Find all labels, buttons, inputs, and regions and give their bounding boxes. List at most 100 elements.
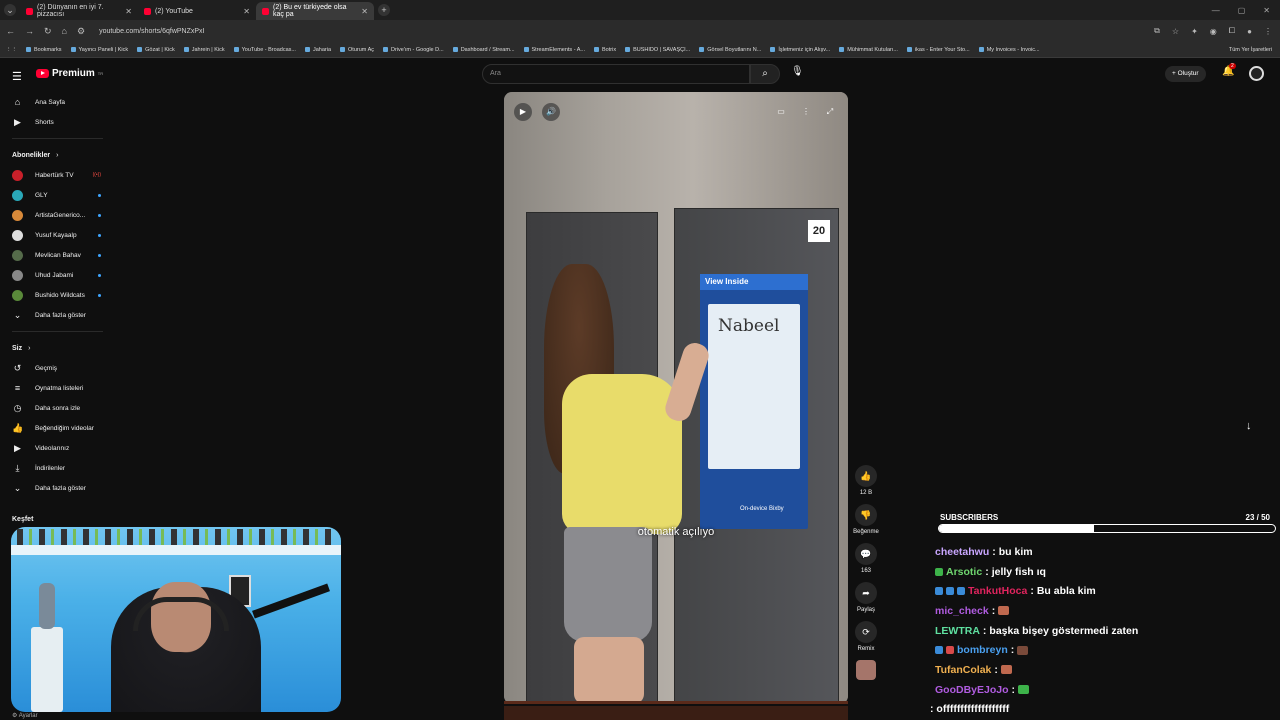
close-tab-icon[interactable]: ✕	[125, 7, 132, 16]
bookmark-item[interactable]: İşletmeniz için Alışv...	[770, 47, 830, 53]
chat-message: cheetahwu : bu kim	[935, 542, 1275, 562]
close-tab-icon[interactable]: ✕	[243, 7, 250, 16]
bookmark-item[interactable]: Bookmarks	[26, 47, 62, 53]
forward-icon[interactable]: →	[25, 26, 34, 36]
like-button[interactable]: 👍 12 B	[852, 465, 880, 496]
bookmark-item[interactable]: Jahrein | Kick	[183, 47, 225, 53]
watch-later-icon: ◷	[13, 402, 22, 413]
sidebar-item-history[interactable]: ↺ Geçmiş	[0, 358, 115, 378]
bookmark-item[interactable]: Botrix	[594, 47, 616, 53]
youtube-header: ☰ Premium TR Ara ⌕ 🎙 + Oluştur 🔔 2	[0, 58, 1280, 90]
sidebar-item-home[interactable]: ⌂ Ana Sayfa	[0, 92, 115, 112]
statue	[39, 583, 55, 629]
home-browser-icon[interactable]: ⌂	[62, 26, 67, 36]
share-button[interactable]: ➦ Paylaş	[852, 582, 880, 613]
sidebar: ⌂ Ana Sayfa ▶ Shorts Abonelikler › Habertür…	[0, 92, 115, 498]
bookmark-item[interactable]: BUSHIDO | SAVAŞÇI...	[625, 47, 690, 53]
install-icon[interactable]: ⧉	[1154, 26, 1160, 36]
divider	[12, 138, 103, 139]
sidebar-item-download[interactable]: ⤓ İndirilenler	[0, 458, 115, 478]
bookmark-item[interactable]: YouTube - Broadcas...	[233, 46, 296, 53]
search-input[interactable]: Ara	[482, 64, 750, 84]
play-icon[interactable]: ▶	[514, 103, 532, 121]
sidebar-item-like[interactable]: 👍 Beğendiğim videolar	[0, 418, 115, 438]
bookmark-star-icon[interactable]: ☆	[1172, 27, 1179, 36]
sidebar-item-watch-later[interactable]: ◷ Daha sonra izle	[0, 398, 115, 418]
new-tab-button[interactable]: +	[378, 4, 390, 16]
bookmark-favicon-icon	[340, 47, 346, 52]
bookmark-item[interactable]: Gözat | Kick	[137, 47, 175, 53]
browser-tab-3[interactable]: (2) Bu ev türkiyede olsa kaç pa ✕	[256, 2, 374, 20]
bookmark-item[interactable]: Dashboard / Stream...	[452, 47, 515, 53]
bookmark-item[interactable]: Jaharia	[304, 47, 331, 53]
youtube-premium-logo[interactable]: Premium TR	[36, 68, 103, 79]
video-progress-bar[interactable]	[504, 701, 848, 704]
sidebar-subscription-item[interactable]: Uhud Jabami	[0, 265, 115, 285]
you-header[interactable]: Siz ›	[0, 338, 115, 358]
extension-icon[interactable]: ◉	[1210, 27, 1217, 36]
volume-icon[interactable]: 🔊	[542, 103, 560, 121]
subscriptions-header[interactable]: Abonelikler ›	[0, 145, 115, 165]
sidebar-subscription-item[interactable]: Mevlican Bahav	[0, 245, 115, 265]
settings-item[interactable]: ⚙ Ayarlar	[12, 712, 38, 719]
sidebar-subscription-item[interactable]: GLY	[0, 185, 115, 205]
more-options-icon[interactable]: ⋮	[797, 103, 815, 121]
bookmark-label: YouTube - Broadcas...	[241, 46, 296, 53]
site-info-icon[interactable]: ⚙	[77, 26, 85, 37]
extension-icon[interactable]: ✦	[1191, 27, 1198, 36]
sidebar-subscription-item[interactable]: Habertürk TV ((•))	[0, 165, 115, 185]
shorts-video-player[interactable]: 20 View Inside Nabeel On-device Bixby ot…	[504, 92, 848, 704]
voice-search-icon[interactable]: 🎙	[791, 66, 804, 77]
comments-button[interactable]: 💬 163	[852, 543, 880, 574]
chat-username: TufanColak	[935, 663, 992, 676]
browser-tab-1[interactable]: (2) Dünyanın en iyi 7. pizzacısı ✕	[20, 2, 138, 20]
bookmark-item[interactable]: Oturum Aç	[340, 47, 374, 53]
sidebar-item-chevron-down[interactable]: ⌄ Daha fazla göster	[0, 478, 115, 498]
sidebar-subscription-item[interactable]: ArtistaGenerico...	[0, 205, 115, 225]
tab-list-button[interactable]: ⌄	[4, 4, 16, 16]
notifications-bell-icon[interactable]: 🔔 2	[1222, 63, 1236, 77]
hamburger-menu-icon[interactable]: ☰	[12, 70, 22, 83]
browser-menu-icon[interactable]: ⋮	[1264, 27, 1272, 36]
maximize-icon[interactable]: ▢	[1238, 6, 1246, 15]
sidebar-show-more-subs[interactable]: ⌄ Daha fazla göster	[0, 305, 115, 325]
apps-icon[interactable]: ⋮⋮	[6, 47, 17, 53]
profile-icon[interactable]: ●	[1247, 27, 1252, 36]
sound-thumbnail[interactable]	[852, 660, 880, 680]
extensions-puzzle-icon[interactable]: ⧠	[1229, 26, 1235, 36]
back-icon[interactable]: ←	[6, 26, 15, 36]
share-icon: ➦	[855, 582, 877, 604]
url-field[interactable]: youtube.com/shorts/6qfwPNZxPxI	[99, 28, 204, 35]
sidebar-item-playlist[interactable]: ≡ Oynatma listeleri	[0, 378, 115, 398]
sidebar-item-shorts[interactable]: ▶ Shorts	[0, 112, 115, 132]
bookmark-item[interactable]: Drive'ım - Google D...	[383, 47, 444, 53]
sidebar-subscription-item[interactable]: Yusuf Kayaalp	[0, 225, 115, 245]
next-short-arrow-icon[interactable]: ↓	[1246, 420, 1252, 432]
create-button[interactable]: + Oluştur	[1165, 66, 1206, 82]
bookmark-favicon-icon	[304, 47, 310, 52]
fullscreen-icon[interactable]: ⤢	[821, 103, 839, 121]
bookmark-item[interactable]: Görsel Boyutlarını N...	[699, 47, 761, 53]
browser-tab-2[interactable]: (2) YouTube ✕	[138, 2, 256, 20]
all-bookmarks-link[interactable]: Tüm Yer İşaretleri	[1229, 47, 1280, 53]
dislike-button[interactable]: 👎 Beğenme	[852, 504, 880, 535]
sidebar-subscription-item[interactable]: Bushido Wildcats	[0, 285, 115, 305]
captions-icon[interactable]: ▭	[772, 103, 790, 121]
thumbs-up-icon: 👍	[855, 465, 877, 487]
bookmark-item[interactable]: ikas - Enter Your Sto...	[906, 47, 970, 53]
sidebar-item-video[interactable]: ▶ Videolarınız	[0, 438, 115, 458]
reload-icon[interactable]: ↻	[44, 26, 52, 37]
close-window-icon[interactable]: ✕	[1263, 6, 1270, 15]
bookmark-item[interactable]: Yayıncı Paneli | Kick	[70, 47, 128, 53]
minimize-icon[interactable]: —	[1212, 6, 1220, 15]
account-avatar[interactable]	[1249, 66, 1264, 81]
close-tab-icon[interactable]: ✕	[361, 7, 368, 16]
remix-button[interactable]: ⟳ Remix	[852, 621, 880, 652]
bookmark-item[interactable]: Mühimmat Kutuları...	[839, 47, 898, 53]
search-button[interactable]: ⌕	[750, 64, 780, 84]
bookmark-item[interactable]: StreamElements - A...	[523, 47, 585, 53]
chat-emote-icon	[1017, 645, 1029, 655]
bookmark-item[interactable]: My Invoices - Invoic...	[978, 47, 1040, 53]
youtube-favicon-icon	[262, 7, 269, 15]
explore-header: Keşfet	[12, 516, 34, 523]
